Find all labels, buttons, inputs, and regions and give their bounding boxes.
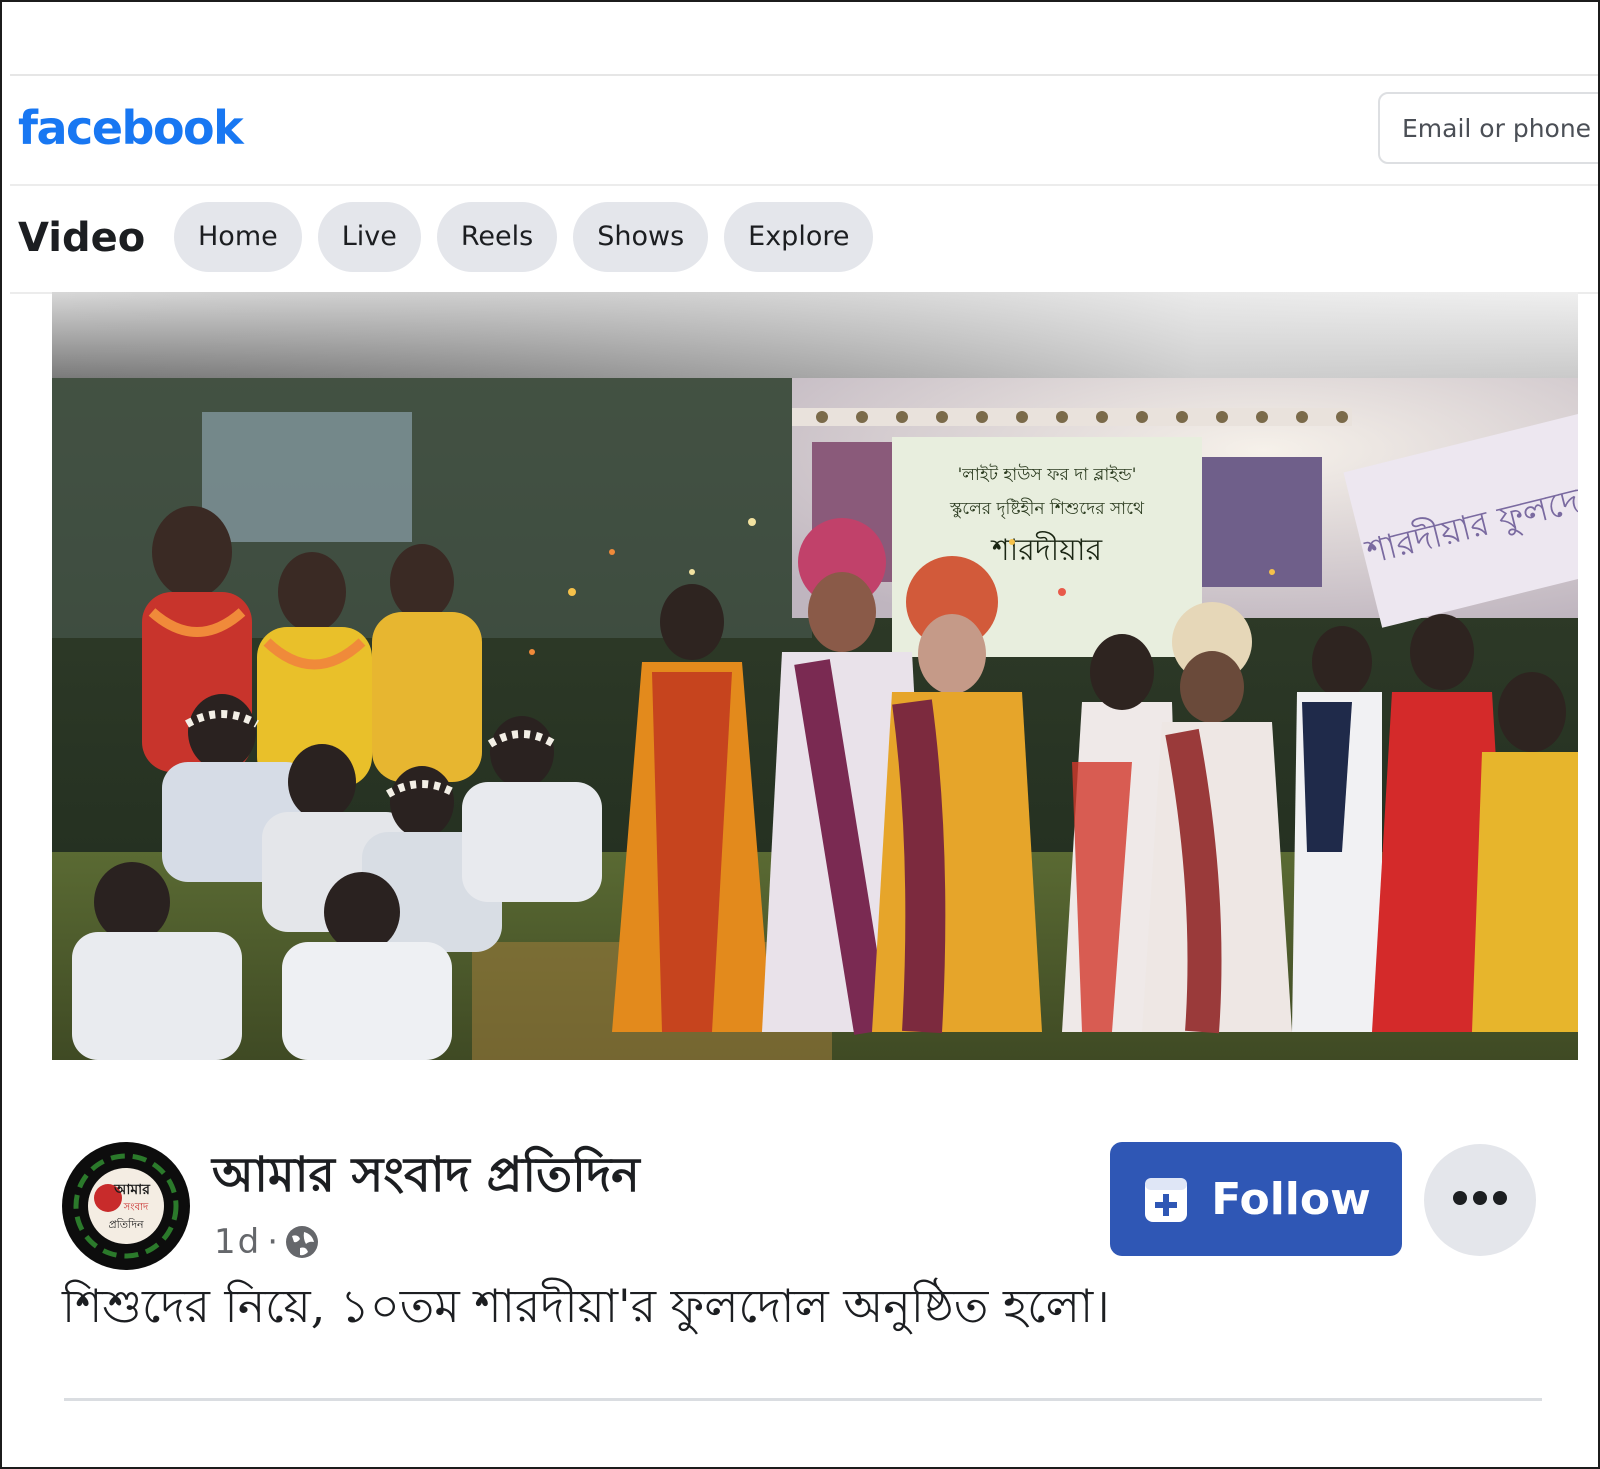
banner-photo-collage-right (1202, 457, 1322, 587)
avatar-logo-line-1: আমার (113, 1182, 151, 1198)
tab-explore[interactable]: Explore (724, 202, 874, 272)
follow-button-label: Follow (1211, 1173, 1371, 1225)
facebook-logo[interactable]: facebook (18, 98, 244, 158)
email-or-phone-input[interactable] (1378, 92, 1598, 164)
follow-page-icon (1141, 1172, 1191, 1226)
page-logo-icon: আমার সংবাদ প্রতিদিন (64, 1144, 188, 1268)
screenshot-frame: facebook Video Home Live Reels Shows Exp… (0, 0, 1600, 1469)
post-divider (64, 1398, 1542, 1401)
tab-home[interactable]: Home (174, 202, 302, 272)
post-card: আমার সংবাদ প্রতিদিন আমার সংবাদ প্রতিদিন … (10, 1060, 1598, 1467)
video-blur-highlight (52, 292, 1578, 378)
bunting-decoration (792, 408, 1352, 426)
globe-icon (284, 1224, 320, 1260)
building-window (202, 412, 412, 542)
avatar[interactable]: আমার সংবাদ প্রতিদিন (62, 1142, 190, 1270)
banner-line-3: শারদীয়ার (990, 531, 1103, 568)
follow-button[interactable]: Follow (1110, 1142, 1402, 1256)
standing-women-right (1292, 614, 1578, 1032)
meta-separator: · (267, 1222, 279, 1262)
avatar-logo-line-3: প্রতিদিন (108, 1218, 144, 1231)
banner-line-1: 'লাইট হাউস ফর দা ব্লাইন্ড' (958, 464, 1137, 485)
page-title: Video (18, 215, 146, 261)
post-meta: 1d · (214, 1220, 320, 1264)
banner-line-2: স্কুলের দৃষ্টিহীন শিশুদের সাথে (949, 498, 1145, 519)
video-player[interactable]: 'লাইট হাউস ফর দা ব্লাইন্ড' স্কুলের দৃষ্ট… (52, 292, 1578, 1060)
tab-live[interactable]: Live (317, 202, 421, 272)
more-options-icon (1452, 1190, 1508, 1210)
video-tabs: Home Live Reels Shows Explore (174, 202, 874, 272)
post-author-name[interactable]: আমার সংবাদ প্রতিদিন (212, 1146, 640, 1204)
post-caption: শিশুদের নিয়ে, ১০তম শারদীয়া'র ফুলদোল অন… (62, 1279, 1110, 1333)
video-frame: 'লাইট হাউস ফর দা ব্লাইন্ড' স্কুলের দৃষ্ট… (52, 292, 1578, 1060)
post-timestamp[interactable]: 1d (214, 1220, 261, 1264)
avatar-logo-line-2: সংবাদ (123, 1202, 149, 1213)
video-nav-bar: Video Home Live Reels Shows Explore (10, 186, 1598, 294)
facebook-header: facebook (10, 76, 1598, 186)
tab-shows[interactable]: Shows (573, 202, 709, 272)
more-options-button[interactable] (1424, 1144, 1536, 1256)
tab-reels[interactable]: Reels (436, 202, 558, 272)
